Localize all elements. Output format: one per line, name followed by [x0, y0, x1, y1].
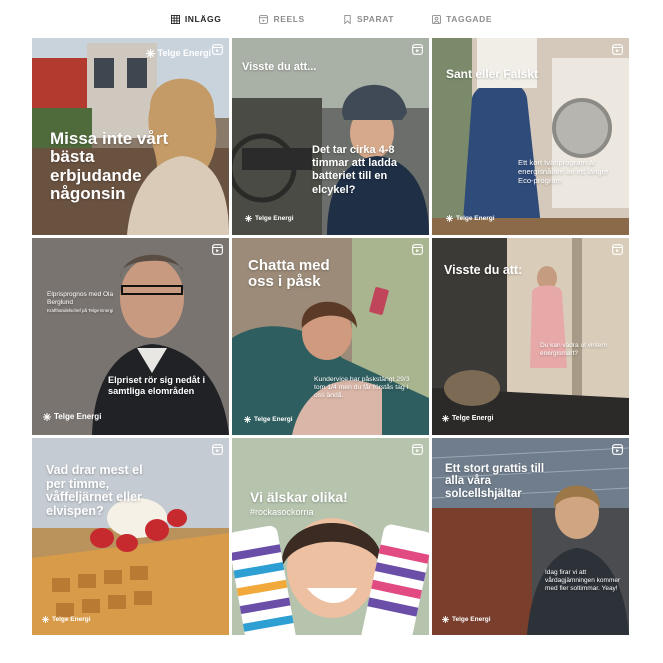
post-tile[interactable]: Telge Energi Missa inte vårt bästa erbju… — [32, 38, 229, 235]
post-headline: Visste du att... — [242, 61, 317, 73]
sun-logo-icon — [446, 215, 453, 222]
post-tile[interactable]: Chatta med oss i påsk Kundervice har pås… — [232, 238, 429, 435]
post-headline: Missa inte vårt bästa erbjudande någonsi… — [50, 129, 169, 204]
posts-grid: Telge Energi Missa inte vårt bästa erbju… — [32, 38, 629, 635]
post-headline: Sant eller Falskt — [446, 67, 539, 81]
brand-logo: Telge Energi — [43, 412, 101, 421]
brand-logo: Telge Energi — [145, 48, 211, 58]
tab-inlagg[interactable]: INLÄGG — [170, 14, 222, 24]
post-image — [32, 238, 229, 435]
sun-logo-icon — [145, 48, 155, 58]
post-body: Kundervice har påskstängt 29/3 tom 1/4 m… — [314, 376, 410, 400]
brand-logo: Telge Energi — [442, 415, 494, 422]
post-tile[interactable]: Vad drar mest el per timme, våffeljärnet… — [32, 438, 229, 635]
tab-label: INLÄGG — [184, 14, 222, 24]
reel-icon — [412, 444, 423, 455]
reel-icon — [612, 44, 623, 55]
tagged-icon — [432, 14, 442, 24]
post-tile[interactable]: Sant eller Falskt Ett kort tvättprogram … — [432, 38, 629, 235]
post-tile[interactable]: Ett stort grattis till alla våra solcell… — [432, 438, 629, 635]
post-hashtag: #rockasockorna — [250, 507, 314, 517]
reels-icon — [259, 14, 269, 24]
reel-icon — [212, 444, 223, 455]
post-image — [232, 438, 429, 635]
reel-icon — [612, 444, 623, 455]
post-tile[interactable]: Elprisprognos med Ola Berglund Krafthand… — [32, 238, 229, 435]
brand-logo: Telge Energi — [245, 215, 294, 222]
post-tile[interactable]: Visste du att... Det tar cirka 4-8 timma… — [232, 38, 429, 235]
tab-label: SPARAT — [356, 14, 395, 24]
post-tile[interactable]: Vi älskar olika! #rockasockorna — [232, 438, 429, 635]
brand-logo: Telge Energi — [446, 215, 495, 222]
tab-sparat[interactable]: SPARAT — [343, 14, 394, 24]
reel-icon — [212, 244, 223, 255]
brand-logo: Telge Energi — [42, 616, 91, 623]
bookmark-icon — [344, 14, 351, 24]
brand-logo: Telge Energi — [244, 416, 293, 423]
tab-taggade[interactable]: TAGGADE — [432, 14, 492, 24]
sun-logo-icon — [245, 215, 252, 222]
reel-icon — [212, 44, 223, 55]
sun-logo-icon — [244, 416, 251, 423]
brand-logo: Telge Energi — [442, 616, 491, 623]
reel-icon — [612, 244, 623, 255]
sun-logo-icon — [442, 616, 449, 623]
grid-icon — [170, 14, 180, 24]
post-headline: Chatta med oss i påsk — [248, 257, 330, 291]
tab-reels[interactable]: REELS — [259, 14, 304, 24]
post-headline: Vi älskar olika! — [250, 489, 348, 505]
post-body: Det tar cirka 4-8 timmar att ladda batte… — [312, 144, 397, 196]
tab-label: REELS — [273, 14, 305, 24]
post-body: Du kan vädra ut vintern energismart? — [540, 342, 608, 357]
sun-logo-icon — [42, 616, 49, 623]
post-headline: Visste du att: — [444, 263, 523, 277]
tab-label: TAGGADE — [446, 14, 493, 24]
profile-tabs: INLÄGG REELS SPARAT TAGGADE — [0, 0, 663, 38]
sun-logo-icon — [43, 412, 51, 421]
post-tile[interactable]: Visste du att: Du kan vädra ut vintern e… — [432, 238, 629, 435]
post-body: Idag firar vi att vårdagjämningen kommer… — [545, 569, 621, 592]
post-small-title: Elprisprognos med Ola Berglund — [47, 291, 114, 307]
post-headline: Vad drar mest el per timme, våffeljärnet… — [46, 463, 143, 518]
post-body: Ett kort tvättprogram är energisnålare ä… — [518, 158, 609, 186]
post-body: Elpriset rör sig nedåt i samtliga elområ… — [108, 375, 206, 397]
post-small-subtitle: Krafthandelschef på Telge Energi — [47, 308, 114, 313]
reel-icon — [412, 44, 423, 55]
sun-logo-icon — [442, 415, 449, 422]
post-headline: Ett stort grattis till alla våra solcell… — [445, 463, 545, 500]
reel-icon — [412, 244, 423, 255]
